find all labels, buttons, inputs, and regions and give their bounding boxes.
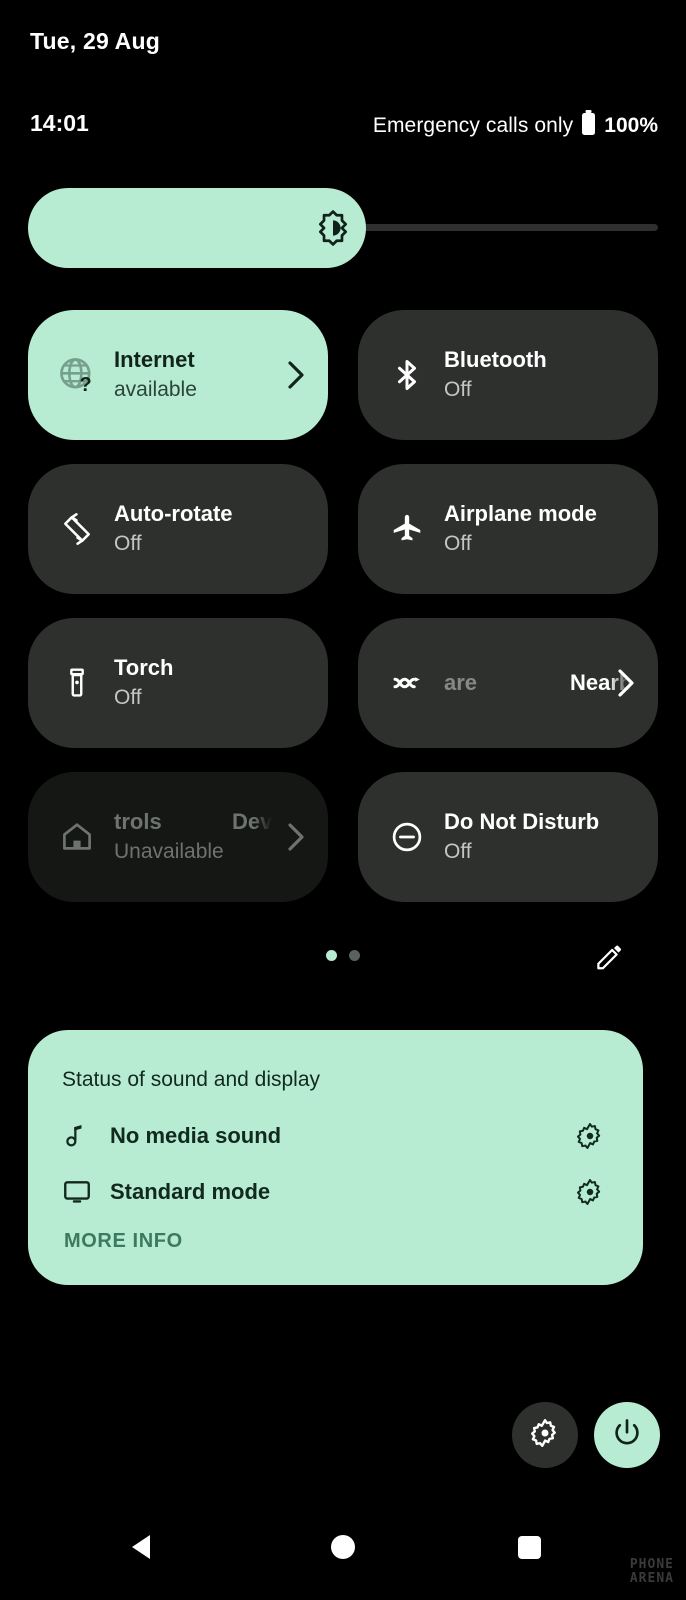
globe-question-icon: ? [54,352,100,398]
watermark-line-1: PHONE [629,1557,674,1572]
navigation-bar [0,1512,686,1582]
footer-buttons [512,1402,660,1468]
status-clock: 14:01 [30,110,89,136]
tile-do-not-disturb-text: Do Not Disturb Off [444,807,599,867]
chevron-right-icon[interactable] [286,360,306,390]
status-card-display-label: Standard mode [110,1179,271,1204]
tile-internet-text: Internet available [114,345,197,405]
tile-airplane-mode-title: Airplane mode [444,501,597,526]
watermark: PHONE ARENA [630,1558,674,1586]
tile-auto-rotate-title: Auto-rotate [114,501,233,526]
tile-nearby-share-fragment-left: are [444,670,478,695]
home-icon [54,814,100,860]
tile-device-controls[interactable]: trols Dev Unavailable [28,772,328,902]
status-card-row-media[interactable]: No media sound [62,1108,609,1164]
status-bar: 14:01 Emergency calls only 100% [0,110,686,140]
status-card-title: Status of sound and display [62,1068,321,1091]
carrier-label: Emergency calls only [372,114,574,137]
quick-settings-tiles: ? Internet available Bluetooth Off Auto-… [28,310,658,902]
tile-auto-rotate[interactable]: Auto-rotate Off [28,464,328,594]
flashlight-icon [54,660,100,706]
tile-bluetooth-text: Bluetooth Off [444,345,547,405]
tile-internet-title: Internet [114,347,195,372]
tile-auto-rotate-text: Auto-rotate Off [114,499,233,559]
chevron-right-icon[interactable] [286,822,306,852]
brightness-icon [314,209,352,247]
battery-full-icon [581,110,596,142]
status-card-media-label: No media sound [110,1123,282,1148]
bluetooth-icon [384,352,430,398]
settings-button[interactable] [512,1402,578,1468]
tile-auto-rotate-subtitle: Off [114,532,142,555]
more-info-link[interactable]: MORE INFO [62,1230,609,1253]
auto-rotate-icon [54,506,100,552]
battery-percent: 100% [604,114,658,137]
pencil-icon[interactable] [594,942,624,972]
gear-icon [529,1417,561,1454]
recents-square-shape [517,1535,541,1559]
back-triangle-icon[interactable] [118,1524,164,1570]
tile-device-controls-fragment-right: Dev [232,809,273,834]
chevron-right-icon[interactable] [616,668,636,698]
tile-torch[interactable]: Torch Off [28,618,328,748]
status-date: Tue, 29 Aug [30,28,160,54]
page-dot-2[interactable] [349,950,360,961]
status-card[interactable]: Status of sound and display No media sou… [28,1030,643,1285]
power-button[interactable] [594,1402,660,1468]
home-circle-icon[interactable] [320,1524,366,1570]
tile-do-not-disturb[interactable]: Do Not Disturb Off [358,772,658,902]
tile-airplane-mode[interactable]: Airplane mode Off [358,464,658,594]
tile-bluetooth[interactable]: Bluetooth Off [358,310,658,440]
status-right-group: Emergency calls only 100% [373,110,658,142]
page-dot-1[interactable] [326,950,337,961]
display-icon [62,1177,96,1207]
do-not-disturb-icon [384,814,430,860]
tile-internet-subtitle: available [114,378,197,401]
tile-torch-subtitle: Off [114,686,142,709]
status-card-row-display[interactable]: Standard mode [62,1164,609,1220]
tile-bluetooth-subtitle: Off [444,378,472,401]
tile-internet[interactable]: ? Internet available [28,310,328,440]
tile-torch-text: Torch Off [114,653,173,713]
tile-torch-title: Torch [114,655,174,680]
tile-device-controls-fragment-left: trols [114,809,162,834]
watermark-line-2: ARENA [629,1571,674,1586]
brightness-slider[interactable] [28,188,658,268]
gear-icon[interactable] [575,1121,605,1151]
tile-airplane-mode-subtitle: Off [444,532,472,555]
music-note-icon [62,1122,96,1150]
power-icon [611,1417,643,1454]
page-indicator[interactable] [326,950,360,961]
nearby-share-icon [384,660,430,706]
quick-settings-screen: Tue, 29 Aug 14:01 Emergency calls only 1… [0,0,686,1600]
tile-bluetooth-title: Bluetooth [444,347,547,372]
svg-text:?: ? [80,374,92,395]
tile-do-not-disturb-title: Do Not Disturb [444,809,600,834]
airplane-icon [384,506,430,552]
tile-airplane-mode-text: Airplane mode Off [444,499,597,559]
tile-do-not-disturb-subtitle: Off [444,840,472,863]
tile-nearby-share[interactable]: are Nearb [358,618,658,748]
pager-row [0,940,686,990]
home-circle-shape [331,1535,355,1559]
gear-icon[interactable] [575,1177,605,1207]
recents-square-icon[interactable] [506,1524,552,1570]
